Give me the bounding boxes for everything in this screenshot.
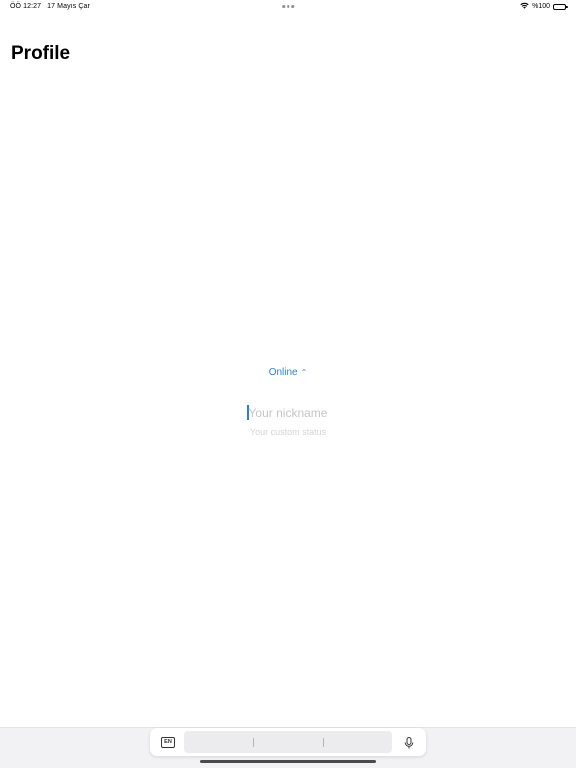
up-down-chevron-icon: ⌃ [300,367,308,377]
status-picker-button[interactable]: Online ⌃ [0,367,576,378]
nickname-row [0,405,576,421]
predictive-text-bar[interactable] [184,731,392,753]
custom-status-row [0,426,576,438]
status-time: ÖÖ 12:27 [10,3,42,10]
status-date: 17 Mayıs Çar [47,3,90,10]
suggestion-divider [253,738,254,747]
status-left: ÖÖ 12:27 17 Mayıs Çar [10,3,90,10]
keyboard-language-icon[interactable]: EN [161,737,175,748]
home-indicator[interactable] [200,760,376,763]
status-picker-value: Online [268,367,298,378]
battery-icon [553,3,568,10]
wifi-icon [520,2,529,11]
status-right: %100 [520,2,568,11]
page-title: Profile [11,43,71,64]
keyboard-shortcut-bar: EN [150,728,426,756]
profile-screen: ÖÖ 12:27 17 Mayıs Çar %100 Profile Onlin… [0,0,576,768]
custom-status-input[interactable] [238,426,338,438]
multitasking-dots-icon[interactable] [282,1,294,8]
nickname-input[interactable] [238,405,338,421]
status-bar: ÖÖ 12:27 17 Mayıs Çar %100 [0,0,576,14]
microphone-icon[interactable] [404,736,414,749]
battery-percentage: %100 [532,3,550,10]
keyboard-language-label: EN [164,739,172,745]
suggestion-divider [323,738,324,747]
